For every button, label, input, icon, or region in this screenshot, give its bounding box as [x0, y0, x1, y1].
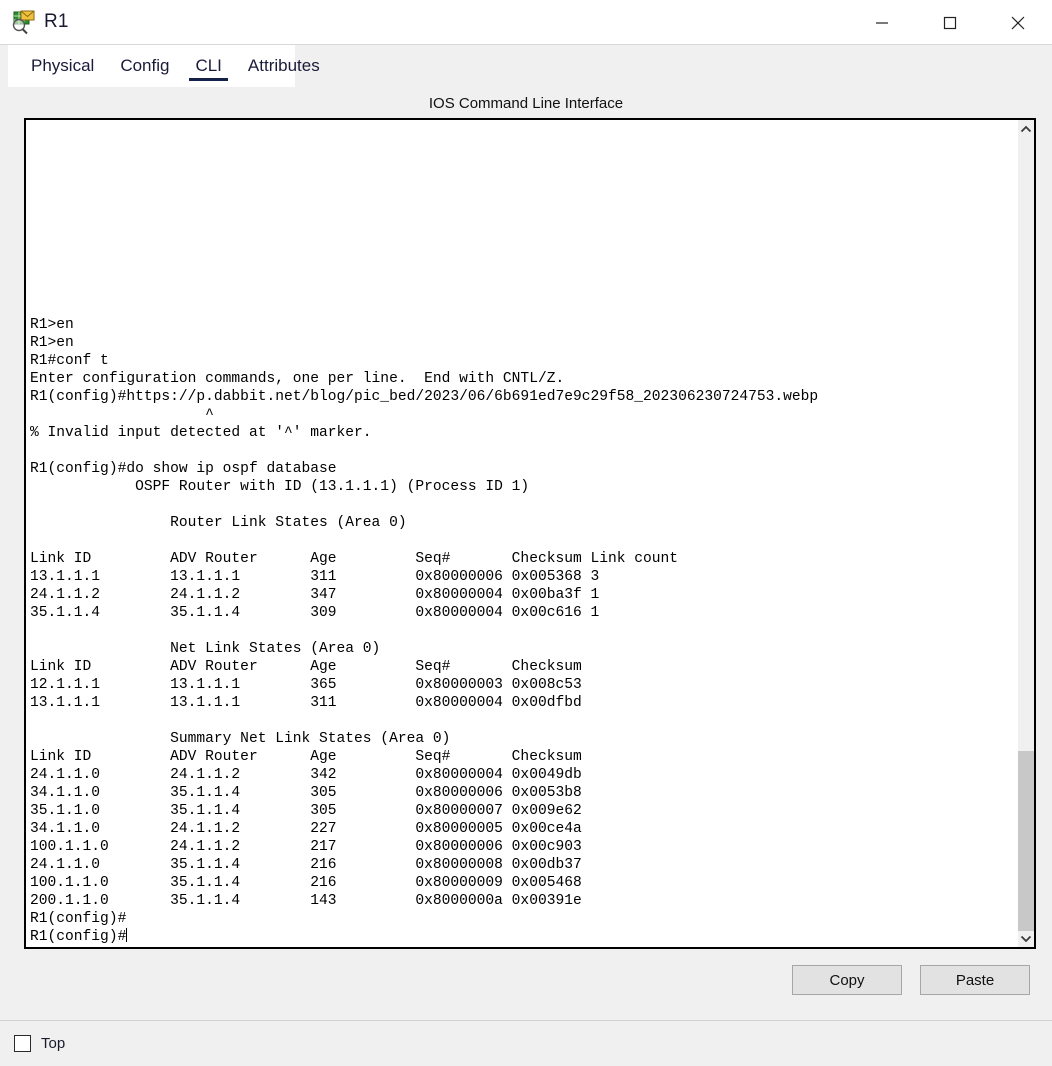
terminal-scrollbar[interactable] [1018, 118, 1036, 949]
maximize-button[interactable] [916, 0, 984, 45]
tab-attributes-label: Attributes [247, 56, 320, 75]
action-buttons: Copy Paste [0, 949, 1052, 995]
tab-strip: Physical Config CLI Attributes [0, 45, 1052, 87]
paste-button[interactable]: Paste [920, 965, 1030, 995]
bottom-bar: Top [0, 1020, 1052, 1066]
chevron-up-icon [1020, 125, 1032, 132]
text-caret [126, 928, 128, 942]
copy-button[interactable]: Copy [792, 965, 902, 995]
tab-physical[interactable]: Physical [18, 45, 107, 87]
cli-window: R1 Physical Config CLI Attributes IOS Co… [0, 0, 1052, 1066]
scrollbar-thumb[interactable] [1018, 751, 1034, 932]
window-controls [848, 0, 1052, 45]
top-checkbox-label: Top [41, 1035, 66, 1052]
close-button[interactable] [984, 0, 1052, 45]
tab-cli[interactable]: CLI [182, 45, 234, 87]
tab-physical-label: Physical [31, 56, 95, 75]
title-bar: R1 [0, 0, 1052, 45]
tab-config-label: Config [120, 56, 170, 75]
close-icon [1011, 16, 1025, 29]
window-title: R1 [44, 11, 69, 32]
tab-attributes[interactable]: Attributes [235, 45, 333, 87]
minimize-button[interactable] [848, 0, 916, 45]
chevron-down-icon [1020, 935, 1032, 942]
terminal-content: R1>en R1>en R1#conf t Enter configuratio… [30, 317, 819, 945]
scroll-up-button[interactable] [1018, 120, 1034, 138]
scroll-down-button[interactable] [1018, 929, 1034, 947]
tab-cli-label: CLI [195, 56, 222, 75]
minimize-icon [876, 21, 888, 24]
router-cli-icon [10, 9, 36, 35]
terminal-text: R1>en R1>en R1#conf t Enter configuratio… [26, 312, 818, 946]
maximize-icon [943, 16, 957, 29]
tab-config[interactable]: Config [107, 45, 182, 87]
terminal-area: R1>en R1>en R1#conf t Enter configuratio… [24, 118, 1036, 949]
cli-panel: IOS Command Line Interface R1>en R1>en R… [0, 87, 1052, 1020]
cli-header-label: IOS Command Line Interface [428, 95, 624, 112]
scrollbar-track[interactable] [1018, 138, 1034, 932]
top-checkbox[interactable] [14, 1035, 31, 1052]
terminal-output[interactable]: R1>en R1>en R1#conf t Enter configuratio… [24, 118, 1018, 949]
